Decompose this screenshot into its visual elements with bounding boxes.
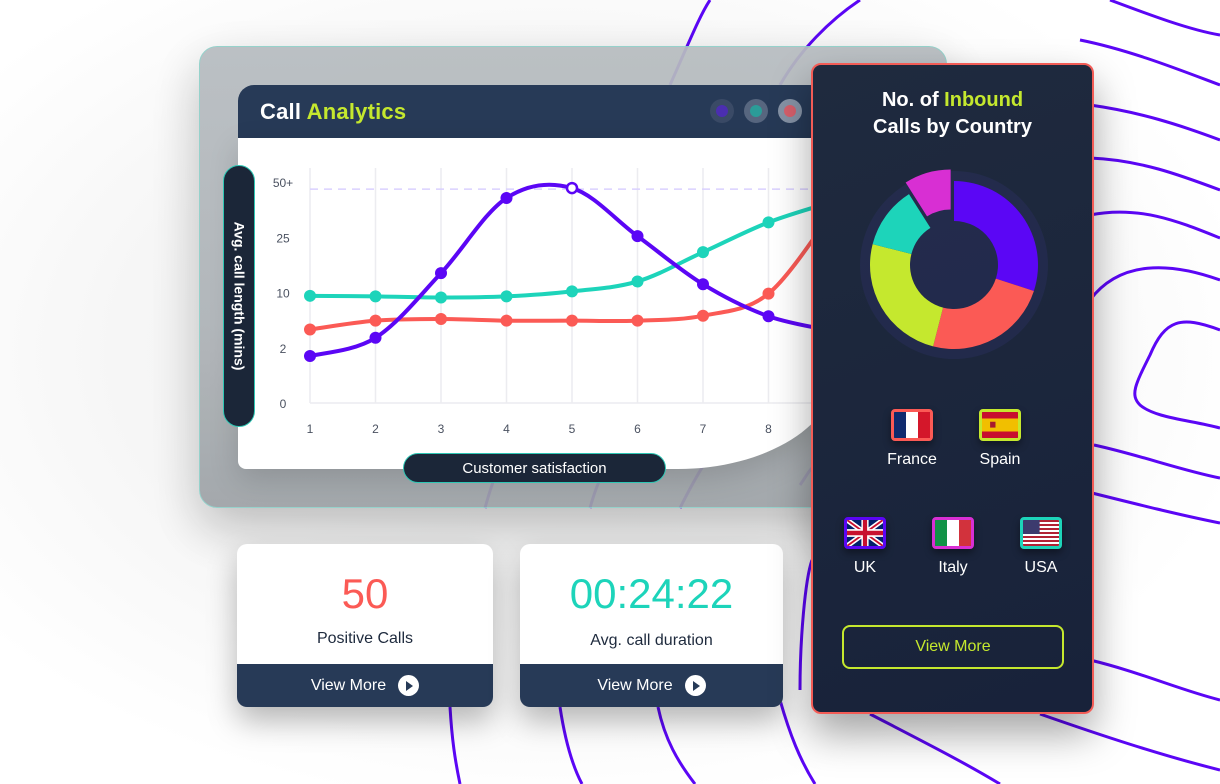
data-point-teal [762, 216, 775, 229]
y-axis-label-pill: Avg. call length (mins) [223, 165, 255, 427]
data-point-teal [435, 291, 447, 304]
view-more-button[interactable]: View More [842, 625, 1064, 669]
data-point-teal [500, 290, 513, 303]
data-point-teal [566, 285, 578, 298]
x-tick-label: 7 [700, 422, 707, 436]
avg-call-duration-card: 00:24:22 Avg. call duration View More [520, 544, 783, 707]
play-icon [684, 675, 706, 696]
y-tick-label: 0 [280, 397, 287, 411]
country-label: Spain [979, 451, 1021, 468]
data-point-red [304, 323, 316, 336]
view-more-label: View More [597, 676, 673, 694]
stat-value: 50 [341, 570, 389, 617]
circle-icon [784, 105, 796, 117]
country-usa[interactable]: USA [1006, 517, 1076, 577]
usa-flag-icon [1020, 517, 1062, 549]
country-uk[interactable]: UK [830, 517, 900, 577]
x-tick-label: 4 [503, 422, 510, 436]
spain-flag-icon [979, 409, 1021, 441]
data-point-highlight [565, 181, 579, 195]
positive-calls-card: 50 Positive Calls View More [237, 544, 493, 707]
view-more-button[interactable]: View More [520, 664, 783, 707]
data-point-teal [304, 289, 316, 302]
title-accent-text: Analytics [306, 99, 407, 124]
data-point-teal [697, 246, 709, 259]
data-point-purple [697, 278, 709, 291]
x-tick-label: 3 [438, 422, 445, 436]
y-axis-label: Avg. call length (mins) [231, 221, 247, 371]
country-label: USA [1024, 559, 1058, 576]
x-tick-label: 8 [765, 422, 772, 436]
line-chart: 0 2 10 25 50+ 1 2 3 4 5 6 7 8 [273, 168, 838, 436]
data-point-purple [304, 350, 316, 363]
x-axis-label: Customer satisfaction [462, 459, 607, 477]
circle-icon [716, 105, 728, 117]
country-label: UK [853, 559, 877, 576]
data-point-red [697, 309, 709, 322]
data-point-purple [762, 310, 775, 323]
view-more-label: View More [310, 676, 387, 694]
data-point-purple [631, 230, 644, 243]
y-tick-label: 2 [280, 342, 287, 356]
data-point-red [435, 313, 447, 326]
data-point-red [500, 314, 513, 327]
data-point-purple [369, 331, 382, 344]
uk-flag-icon [844, 517, 886, 549]
x-axis-label-pill: Customer satisfaction [403, 453, 666, 483]
country-label: France [887, 451, 937, 468]
italy-flag-icon [932, 517, 974, 549]
maximize-button[interactable] [744, 99, 768, 123]
x-tick-label: 1 [307, 422, 314, 436]
play-icon [398, 675, 420, 696]
stat-value: 00:24:22 [569, 570, 734, 617]
country-france[interactable]: France [877, 409, 947, 469]
data-point-purple [500, 192, 513, 205]
data-point-red [369, 314, 382, 327]
call-analytics-window: Call Analytics 0 2 10 25 50+ 1 2 3 4 5 6 7 8 [238, 85, 838, 469]
stat-label: Positive Calls [316, 630, 414, 647]
title-text-line2: Calls by Country [873, 116, 1032, 138]
title-text: Call [260, 99, 302, 124]
data-point-red [631, 314, 644, 327]
country-spain[interactable]: Spain [965, 409, 1035, 469]
x-tick-label: 5 [569, 422, 576, 436]
close-button[interactable] [778, 99, 802, 123]
y-tick-label: 25 [276, 231, 290, 245]
chart-panel: 0 2 10 25 50+ 1 2 3 4 5 6 7 8 [238, 138, 838, 469]
x-tick-label: 6 [634, 422, 641, 436]
window-title: Call Analytics [260, 99, 406, 125]
data-point-teal [369, 290, 382, 303]
inbound-calls-by-country-panel: No. of Inbound Calls by Country France S… [811, 63, 1094, 714]
y-tick-label: 10 [276, 287, 290, 301]
window-controls [710, 99, 802, 123]
view-more-button[interactable]: View More [237, 664, 493, 707]
stat-label: Avg. call duration [590, 632, 713, 649]
y-tick-label: 50+ [273, 176, 293, 190]
data-point-teal [631, 275, 644, 288]
title-text: No. of [881, 89, 939, 111]
country-label: Italy [938, 559, 968, 576]
data-point-red [762, 287, 775, 300]
title-accent-text: Inbound [944, 89, 1024, 111]
panel-title: No. of Inbound Calls by Country [813, 87, 1092, 141]
data-point-red [566, 314, 578, 327]
france-flag-icon [891, 409, 933, 441]
donut-chart [860, 169, 1048, 359]
x-tick-label: 2 [372, 422, 379, 436]
data-point-purple [435, 267, 447, 280]
window-header: Call Analytics [238, 85, 838, 138]
country-italy[interactable]: Italy [918, 517, 988, 577]
minimize-button[interactable] [710, 99, 734, 123]
circle-icon [750, 105, 762, 117]
view-more-label: View More [915, 638, 991, 655]
